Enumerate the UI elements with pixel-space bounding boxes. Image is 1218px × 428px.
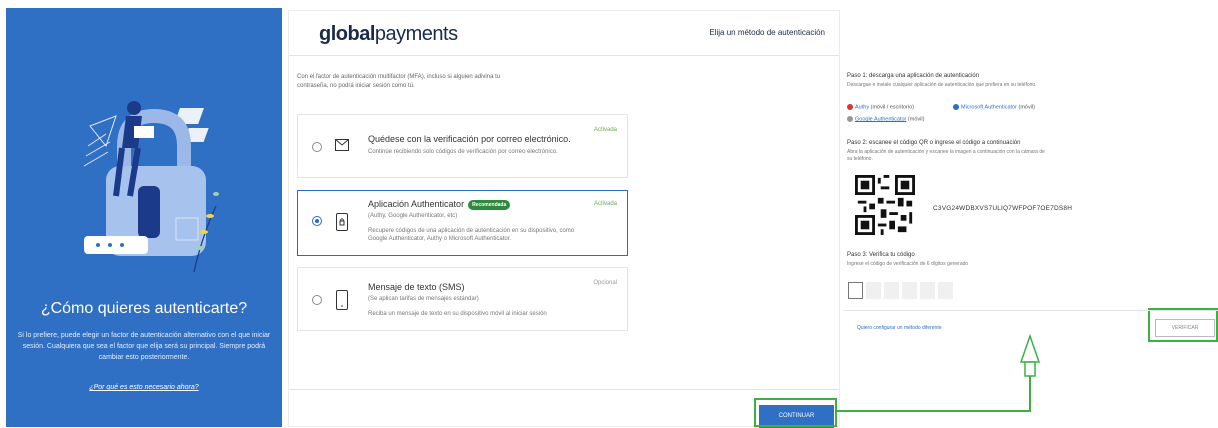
code-digit-4[interactable] [902,282,917,299]
code-digit-5[interactable] [920,282,935,299]
app-google-suffix: (móvil) [907,116,925,123]
app-authy[interactable]: Authy (móvil / escritorio) [847,104,914,110]
step2-desc: Abra la aplicación de autenticación y es… [847,149,1045,162]
step1-title: Paso 1: descarga una aplicación de auten… [847,73,980,79]
app-authy-name: Authy [855,104,870,111]
qr-code [855,175,915,235]
different-method-link[interactable]: Quiero configurar un método diferente [857,325,942,331]
app-google[interactable]: Google Authenticator (móvil) [847,116,924,122]
app-microsoft-suffix: (móvil) [1018,104,1035,111]
microsoft-authenticator-icon [953,104,959,110]
verify-button[interactable]: VERIFICAR [1155,319,1215,337]
code-digit-2[interactable] [866,282,881,299]
step1-desc: Descargue e instale cualquier aplicación… [847,82,1037,88]
step2-title: Paso 2: escanee el código QR o ingrese e… [847,140,1021,146]
secret-key: C3VG24WDBXVS7ULIQ7WFPOF7OE7DS8H [933,205,1073,212]
step3-title: Paso 3: Verifica tu código [847,252,915,258]
step3-desc: Ingrese el código de verificación de 6 d… [847,261,969,267]
app-microsoft-name: Microsoft Authenticator [961,104,1017,111]
authenticator-setup-panel: Paso 1: descarga una aplicación de auten… [843,60,1218,427]
right-divider [843,310,1218,311]
code-digit-1[interactable] [848,282,863,299]
app-google-name: Google Authenticator [855,116,907,123]
google-authenticator-icon [847,116,853,122]
authy-icon [847,104,853,110]
code-digit-6[interactable] [938,282,953,299]
code-digit-3[interactable] [884,282,899,299]
app-authy-suffix: (móvil / escritorio) [870,104,915,111]
app-microsoft[interactable]: Microsoft Authenticator (móvil) [953,104,1035,110]
